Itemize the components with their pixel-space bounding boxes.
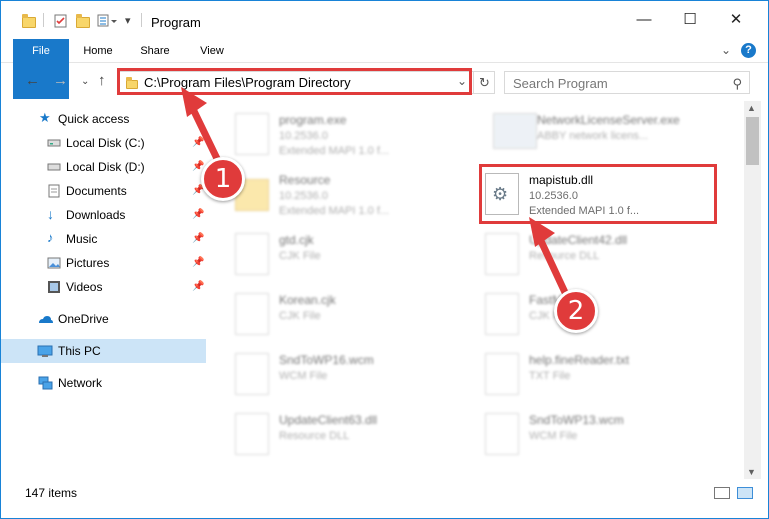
- explorer-window: ▾ Program — ☐ ✕ File Home Share View ⌄ ?…: [0, 0, 769, 519]
- step-2-badge: 2: [554, 289, 598, 333]
- item-count: 147 items: [25, 486, 78, 500]
- status-bar: 147 items: [1, 479, 768, 507]
- annotation-arrows: [181, 87, 573, 305]
- step-1-badge: 1: [201, 157, 245, 201]
- details-view-icon[interactable]: [714, 487, 730, 499]
- tiles-view-icon[interactable]: [737, 487, 753, 499]
